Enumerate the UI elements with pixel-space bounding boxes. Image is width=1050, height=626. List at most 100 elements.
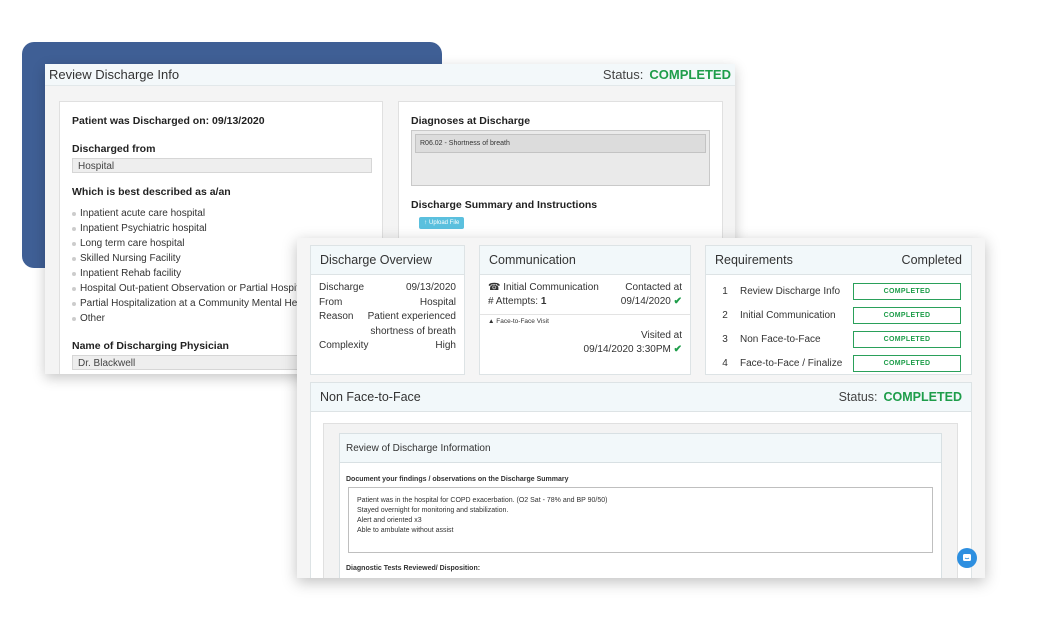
diagnoses-label: Diagnoses at Discharge <box>411 115 531 127</box>
requirement-label: Face-to-Face / Finalize <box>740 357 843 369</box>
card-title: Requirements <box>715 253 793 267</box>
option-label: Inpatient Rehab facility <box>80 268 182 279</box>
requirement-row: 4 Face-to-Face / Finalize COMPLETED <box>714 351 961 375</box>
facility-option[interactable]: Inpatient Psychiatric hospital <box>72 221 370 236</box>
status-indicator: Status: COMPLETED <box>839 390 962 404</box>
contacted-date: 09/14/2020 <box>620 296 671 307</box>
upload-icon: ↑ <box>424 220 427 226</box>
card-header: Communication <box>480 246 690 275</box>
best-described-label: Which is best described as a/an <box>72 186 231 198</box>
status-label: Status: <box>838 390 878 404</box>
window-title: Review Discharge Info <box>49 67 180 82</box>
option-label: Other <box>80 313 106 324</box>
card-header: Discharge Overview <box>311 246 464 275</box>
radio-icon <box>72 211 76 216</box>
review-panel-header: Review of Discharge Information <box>340 434 941 463</box>
status-value: COMPLETED <box>649 67 731 82</box>
completed-badge: COMPLETED <box>853 306 961 324</box>
requirement-number: 1 <box>722 285 728 297</box>
requirements-status: Completed <box>901 253 962 267</box>
status-value: COMPLETED <box>883 390 962 404</box>
status-label: Status: <box>602 67 644 82</box>
requirement-number: 3 <box>722 333 728 345</box>
overview-row: Reason Patient experienced shortness of b… <box>319 310 456 339</box>
completed-badge: COMPLETED <box>853 354 961 372</box>
findings-label: Document your findings / observations on… <box>346 476 569 483</box>
radio-icon <box>72 301 76 306</box>
review-container: Review of Discharge Information Document… <box>323 423 958 578</box>
row-value: Hospital <box>419 296 456 308</box>
card-header: Requirements Completed <box>706 246 971 275</box>
requirement-number: 4 <box>722 357 728 369</box>
card-title: Discharge Overview <box>320 253 432 267</box>
f2f-visit-label: Face-to-Face Visit <box>496 318 549 325</box>
phone-icon: ☎ <box>488 282 501 293</box>
radio-icon <box>72 271 76 276</box>
initial-communication-block: ☎ Initial Communication # Attempts: 1 Co… <box>480 275 690 309</box>
row-key: Complexity <box>319 340 369 351</box>
check-icon: ✔ <box>673 344 682 355</box>
radio-icon <box>72 286 76 291</box>
status-indicator: Status: COMPLETED <box>603 67 731 82</box>
contacted-label: Contacted at <box>625 282 682 293</box>
discharge-overview-card: Discharge Overview Discharge 09/13/2020 F… <box>310 245 465 375</box>
radio-icon <box>72 316 76 321</box>
requirements-list: 1 Review Discharge Info COMPLETED 2 Initial… <box>706 275 971 375</box>
option-label: Inpatient acute care hospital <box>80 208 206 219</box>
discharge-dashboard-window: Discharge Overview Discharge 09/13/2020 F… <box>297 238 985 578</box>
attempts-value: 1 <box>540 296 547 307</box>
discharged-from-field[interactable]: Hospital <box>72 158 372 173</box>
row-value: 09/13/2020 <box>405 282 456 293</box>
findings-line: Patient was in the hospital for COPD exa… <box>357 497 608 504</box>
requirement-label: Review Discharge Info <box>740 285 841 297</box>
visited-label: Visited at <box>641 330 682 341</box>
visited-block: Visited at 09/14/2020 3:30PM ✔ <box>480 325 690 357</box>
completed-badge: COMPLETED <box>853 330 961 348</box>
findings-line: Stayed overnight for monitoring and stab… <box>357 507 509 514</box>
diagnostic-tests-label: Diagnostic Tests Reviewed/ Disposition: <box>346 565 481 572</box>
initial-communication-left: ☎ Initial Communication # Attempts: 1 <box>488 281 599 309</box>
review-panel: Review of Discharge Information Document… <box>339 433 942 578</box>
option-label: Inpatient Psychiatric hospital <box>80 223 207 234</box>
radio-icon <box>72 256 76 261</box>
diagnosis-item[interactable]: R06.02 - Shortness of breath <box>415 134 706 153</box>
review-panel-title: Review of Discharge Information <box>346 442 491 454</box>
findings-textarea[interactable]: Patient was in the hospital for COPD exa… <box>348 487 933 553</box>
requirement-row: 3 Non Face-to-Face COMPLETED <box>714 327 961 351</box>
row-key: Reason <box>319 311 354 322</box>
diagnoses-list[interactable]: R06.02 - Shortness of breath <box>411 130 710 186</box>
user-icon: ▲ <box>488 318 495 325</box>
non-face-to-face-card: Non Face-to-Face Status: COMPLETED Revie… <box>310 382 972 578</box>
card-title: Communication <box>489 253 576 267</box>
radio-icon <box>72 226 76 231</box>
option-label: Long term care hospital <box>80 238 185 249</box>
radio-icon <box>72 241 76 246</box>
window-header: Review Discharge Info Status: COMPLETED <box>45 64 735 86</box>
requirement-row: 2 Initial Communication COMPLETED <box>714 303 961 327</box>
requirement-row: 1 Review Discharge Info COMPLETED <box>714 279 961 303</box>
row-value: Patient experienced shortness of breath <box>367 311 456 337</box>
discharged-on-heading: Patient was Discharged on: 09/13/2020 <box>72 115 265 127</box>
f2f-visit-row: ▲ Face-to-Face Visit <box>480 314 690 325</box>
findings-line: Alert and oriented x3 <box>357 517 422 524</box>
option-label: Skilled Nursing Facility <box>80 253 181 264</box>
overview-row: Discharge 09/13/2020 <box>319 281 456 296</box>
attempts-label: # Attempts: <box>488 296 539 307</box>
discharged-from-label: Discharged from <box>72 143 156 155</box>
initial-communication-label: Initial Communication <box>503 282 599 293</box>
discharge-summary-label: Discharge Summary and Instructions <box>411 199 598 211</box>
stage: Review Discharge Info Status: COMPLETED … <box>0 0 1050 626</box>
requirements-card: Requirements Completed 1 Review Discharge… <box>705 245 972 375</box>
chat-icon[interactable] <box>957 548 977 568</box>
facility-option[interactable]: Inpatient acute care hospital <box>72 206 370 221</box>
completed-badge: COMPLETED <box>853 282 961 300</box>
row-value: High <box>435 340 456 351</box>
upload-file-button[interactable]: ↑ Upload File <box>419 217 465 229</box>
check-icon: ✔ <box>673 296 682 307</box>
visited-date: 09/14/2020 3:30PM <box>583 344 671 355</box>
row-key: From <box>319 296 343 308</box>
row-key: Discharge <box>319 282 365 293</box>
requirement-number: 2 <box>722 309 728 321</box>
findings-section: Document your findings / observations on… <box>340 463 941 572</box>
findings-line: Able to ambulate without assist <box>357 527 454 534</box>
